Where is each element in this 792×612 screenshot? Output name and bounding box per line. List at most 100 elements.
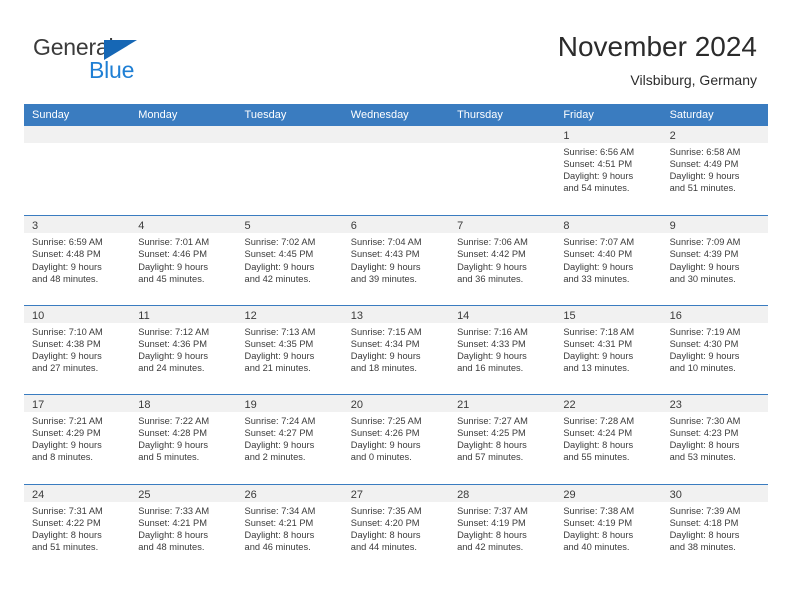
day-cell[interactable]: 20 Sunrise: 7:25 AM Sunset: 4:26 PM Dayligh… — [342, 395, 450, 484]
day-details: Sunrise: 7:12 AM Sunset: 4:36 PM Daylight:… — [130, 323, 236, 374]
day-number-strip: 19 — [236, 395, 343, 413]
day-cell[interactable]: 17 Sunrise: 7:21 AM Sunset: 4:29 PM Dayligh… — [24, 395, 131, 484]
sunset-text: Sunset: 4:40 PM — [563, 249, 633, 260]
day-number-strip: 18 — [130, 395, 237, 413]
general-blue-logo[interactable]: General Blue — [33, 34, 213, 88]
day-number-strip — [236, 126, 343, 143]
sunset-text: Sunset: 4:26 PM — [350, 428, 420, 439]
day-cell[interactable]: 19 Sunrise: 7:24 AM Sunset: 4:27 PM Dayligh… — [236, 395, 343, 484]
daylight-text-line2: and 39 minutes. — [350, 273, 417, 284]
day-cell[interactable]: 26 Sunrise: 7:34 AM Sunset: 4:21 PM Dayligh… — [236, 484, 343, 573]
daylight-text-line1: Daylight: 9 hours — [244, 261, 315, 272]
day-cell[interactable]: 24 Sunrise: 7:31 AM Sunset: 4:22 PM Dayligh… — [24, 484, 131, 573]
sunset-text: Sunset: 4:21 PM — [138, 517, 207, 528]
day-cell-empty — [449, 126, 556, 216]
day-cell[interactable]: 2 Sunrise: 6:58 AM Sunset: 4:49 PM Daylight… — [661, 126, 768, 216]
day-cell[interactable]: 7 Sunrise: 7:06 AM Sunset: 4:42 PM Daylight… — [449, 216, 556, 305]
day-number-strip: 21 — [449, 395, 556, 413]
day-cell[interactable]: 1 Sunrise: 6:56 AM Sunset: 4:51 PM Daylight… — [555, 126, 662, 216]
day-cell[interactable]: 29 Sunrise: 7:38 AM Sunset: 4:19 PM Dayligh… — [555, 484, 662, 573]
daylight-text-line2: and 36 minutes. — [457, 273, 524, 284]
day-details: Sunrise: 7:04 AM Sunset: 4:43 PM Daylight:… — [343, 233, 449, 284]
daylight-text-line2: and 21 minutes. — [244, 363, 311, 374]
day-cell[interactable]: 25 Sunrise: 7:33 AM Sunset: 4:21 PM Dayligh… — [130, 484, 237, 573]
daylight-text-line2: and 45 minutes. — [138, 273, 205, 284]
day-cell[interactable]: 8 Sunrise: 7:07 AM Sunset: 4:40 PM Daylight… — [555, 216, 662, 305]
daylight-text-line1: Daylight: 9 hours — [669, 350, 740, 361]
sunset-text: Sunset: 4:25 PM — [457, 428, 526, 439]
day-cell[interactable]: 21 Sunrise: 7:27 AM Sunset: 4:25 PM Dayligh… — [449, 395, 556, 484]
daylight-text-line2: and 42 minutes. — [244, 273, 311, 284]
daylight-text-line1: Daylight: 9 hours — [32, 440, 102, 451]
sunset-text: Sunset: 4:46 PM — [138, 249, 207, 260]
sunset-text: Sunset: 4:24 PM — [563, 428, 633, 439]
day-cell[interactable]: 6 Sunrise: 7:04 AM Sunset: 4:43 PM Daylight… — [342, 216, 450, 305]
daylight-text-line1: Daylight: 9 hours — [244, 440, 315, 451]
sunset-text: Sunset: 4:49 PM — [669, 159, 739, 170]
day-number-strip: 6 — [342, 216, 450, 234]
day-number: 30 — [669, 488, 682, 501]
day-cell[interactable]: 11 Sunrise: 7:12 AM Sunset: 4:36 PM Dayligh… — [130, 305, 237, 395]
day-details: Sunrise: 7:35 AM Sunset: 4:20 PM Daylight:… — [343, 502, 449, 553]
day-cell[interactable]: 28 Sunrise: 7:37 AM Sunset: 4:19 PM Dayligh… — [449, 484, 556, 573]
daylight-text-line2: and 55 minutes. — [563, 452, 630, 463]
sunset-text: Sunset: 4:45 PM — [244, 249, 314, 260]
day-cell[interactable]: 3 Sunrise: 6:59 AM Sunset: 4:48 PM Daylight… — [24, 216, 131, 305]
day-number-strip: 8 — [555, 216, 662, 234]
sunrise-text: Sunrise: 7:28 AM — [563, 416, 635, 427]
sunrise-text: Sunrise: 7:15 AM — [350, 326, 422, 337]
sunset-text: Sunset: 4:48 PM — [32, 249, 101, 260]
day-cell[interactable]: 13 Sunrise: 7:15 AM Sunset: 4:34 PM Dayligh… — [342, 305, 450, 395]
daylight-text-line1: Daylight: 8 hours — [457, 440, 527, 451]
sunset-text: Sunset: 4:34 PM — [350, 338, 420, 349]
sunrise-text: Sunrise: 7:27 AM — [457, 416, 528, 427]
sunrise-text: Sunrise: 7:09 AM — [669, 237, 741, 248]
daylight-text-line1: Daylight: 8 hours — [669, 440, 740, 451]
daylight-text-line2: and 40 minutes. — [563, 541, 630, 552]
day-number-strip: 13 — [342, 305, 450, 323]
day-details: Sunrise: 7:09 AM Sunset: 4:39 PM Daylight:… — [662, 233, 768, 284]
day-number-strip: 30 — [661, 484, 768, 502]
day-cell[interactable]: 22 Sunrise: 7:28 AM Sunset: 4:24 PM Dayligh… — [555, 395, 662, 484]
day-number: 2 — [669, 130, 676, 142]
daylight-text-line2: and 5 minutes. — [138, 452, 200, 463]
day-cell[interactable]: 14 Sunrise: 7:16 AM Sunset: 4:33 PM Dayligh… — [449, 305, 556, 395]
day-cell-empty — [342, 126, 450, 216]
sunset-text: Sunset: 4:42 PM — [457, 249, 526, 260]
location-subtitle: Vilsbiburg, Germany — [630, 72, 757, 88]
day-cell[interactable]: 23 Sunrise: 7:30 AM Sunset: 4:23 PM Dayligh… — [661, 395, 768, 484]
day-cell[interactable]: 5 Sunrise: 7:02 AM Sunset: 4:45 PM Daylight… — [236, 216, 343, 305]
sunrise-text: Sunrise: 7:02 AM — [244, 237, 316, 248]
sunrise-text: Sunrise: 6:59 AM — [32, 237, 103, 248]
day-cell[interactable]: 10 Sunrise: 7:10 AM Sunset: 4:38 PM Dayligh… — [24, 305, 131, 395]
daylight-text-line2: and 13 minutes. — [563, 363, 630, 374]
sunset-text: Sunset: 4:51 PM — [563, 159, 633, 170]
day-cell[interactable]: 27 Sunrise: 7:35 AM Sunset: 4:20 PM Dayligh… — [342, 484, 450, 573]
day-cell[interactable]: 15 Sunrise: 7:18 AM Sunset: 4:31 PM Dayligh… — [555, 305, 662, 395]
day-number: 12 — [244, 309, 257, 322]
day-cell[interactable]: 4 Sunrise: 7:01 AM Sunset: 4:46 PM Daylight… — [130, 216, 237, 305]
day-number-strip: 23 — [661, 395, 768, 413]
day-number-strip — [24, 126, 131, 143]
daylight-text-line1: Daylight: 9 hours — [138, 440, 209, 451]
day-cell[interactable]: 18 Sunrise: 7:22 AM Sunset: 4:28 PM Dayligh… — [130, 395, 237, 484]
day-cell[interactable]: 9 Sunrise: 7:09 AM Sunset: 4:39 PM Daylight… — [661, 216, 768, 305]
day-details: Sunrise: 7:21 AM Sunset: 4:29 PM Daylight:… — [24, 412, 130, 463]
sunset-text: Sunset: 4:18 PM — [669, 517, 739, 528]
day-number-strip: 1 — [555, 126, 662, 143]
week-row: 10 Sunrise: 7:10 AM Sunset: 4:38 PM Dayligh… — [24, 304, 768, 395]
daylight-text-line1: Daylight: 8 hours — [350, 529, 421, 540]
sunset-text: Sunset: 4:36 PM — [138, 338, 207, 349]
daylight-text-line1: Daylight: 8 hours — [669, 529, 740, 540]
daylight-text-line2: and 27 minutes. — [32, 363, 99, 374]
day-number-strip: 26 — [236, 484, 343, 502]
day-details: Sunrise: 7:38 AM Sunset: 4:19 PM Daylight:… — [555, 502, 661, 553]
day-number: 19 — [244, 399, 257, 412]
day-number: 22 — [563, 399, 576, 412]
sunrise-text: Sunrise: 7:06 AM — [457, 237, 528, 248]
day-cell[interactable]: 12 Sunrise: 7:13 AM Sunset: 4:35 PM Dayligh… — [236, 305, 343, 395]
day-cell[interactable]: 30 Sunrise: 7:39 AM Sunset: 4:18 PM Dayligh… — [661, 484, 768, 573]
sunrise-text: Sunrise: 7:04 AM — [350, 237, 422, 248]
day-cell[interactable]: 16 Sunrise: 7:19 AM Sunset: 4:30 PM Dayligh… — [661, 305, 768, 395]
weeks-container: 1 Sunrise: 6:56 AM Sunset: 4:51 PM Daylight… — [24, 126, 768, 573]
